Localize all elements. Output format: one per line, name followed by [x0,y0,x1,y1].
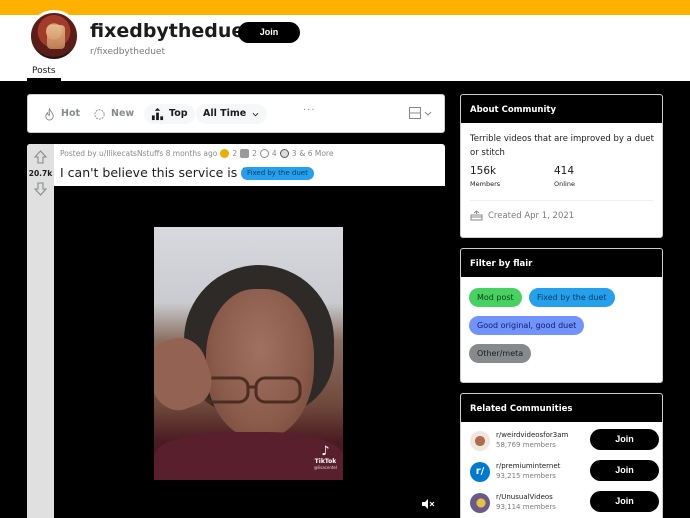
related-community-members: 58,769 members [496,441,556,449]
awards-more-link[interactable]: & 6 More [299,149,333,158]
sort-new-label: New [111,108,135,119]
community-title: fixedbytheduet [90,20,254,42]
post-title[interactable]: I can't believe this service is free. [60,165,270,180]
award-count: 4 [271,149,277,158]
more-options-button[interactable]: ··· [303,105,316,116]
community-avatar [28,10,80,62]
downvote-icon[interactable] [34,182,47,196]
related-community-item[interactable]: r/weirdvideosfor3am 58,769 members Join [470,428,660,454]
card-layout-icon [409,107,421,119]
related-community-name[interactable]: r/weirdvideosfor3am [496,431,568,439]
flair-filter-fixed-by-the-duet[interactable]: Fixed by the duet [529,288,615,307]
related-communities-card: Related Communities r/weirdvideosfor3am … [460,393,663,518]
join-button[interactable]: Join [238,22,300,43]
time-filter-label: All Time [203,108,247,119]
sort-hot-label: Hot [61,108,81,119]
created-date: Created Apr 1, 2021 [470,210,574,221]
community-name: r/fixedbytheduet [90,47,165,57]
flair-filter-good-original[interactable]: Good original, good duet [469,316,585,335]
filter-by-flair-card: Filter by flair Mod post Fixed by the du… [460,248,663,383]
post-card[interactable]: 20.7k Posted by u/IlikecatsNstuffs 8 mon… [27,144,445,518]
community-avatar [470,431,490,451]
vote-count: 20.7k [28,169,53,178]
join-button[interactable]: Join [590,429,659,450]
sort-new-button[interactable]: New [86,104,141,124]
post-flair[interactable]: Fixed by the duet [241,167,314,180]
related-community-item[interactable]: r/ r/premiuminternet 93,215 members Join [470,459,660,485]
award-count: 2 [232,149,238,158]
video-player[interactable]: ♪ TikTok @lisacentel [54,186,445,518]
post-author-info[interactable]: Posted by u/IlikecatsNstuffs 8 months ag… [60,149,217,158]
related-community-members: 93,114 members [496,503,556,511]
cake-icon [470,210,483,221]
members-count: 156k [470,165,497,177]
community-avatar [470,493,490,513]
flair-filter-mod-post[interactable]: Mod post [469,288,522,307]
community-description: Terrible videos that are improved by a d… [470,134,654,158]
post-meta: Posted by u/IlikecatsNstuffs 8 months ag… [60,149,333,158]
silver-award-icon [279,149,289,158]
about-community-card: About Community Terrible videos that are… [460,94,663,238]
community-banner [0,0,690,15]
top-chart-icon [151,107,164,120]
created-date-text: Created Apr 1, 2021 [488,210,575,221]
related-heading: Related Communities [461,394,662,422]
divider [470,200,653,201]
time-filter-dropdown[interactable]: All Time [196,104,268,124]
related-community-name[interactable]: r/UnusualVideos [496,493,553,501]
members-stat: 156k Members [470,165,500,188]
sort-bar: Hot New Top All Time ··· [27,94,445,133]
tiktok-watermark: ♪ TikTok @lisacentel [314,445,337,470]
view-layout-button[interactable] [409,107,432,119]
tiktok-logo-icon: ♪ [321,444,330,459]
tab-active-indicator [27,78,61,81]
tab-posts[interactable]: Posts [32,66,56,76]
community-header: fixedbytheduet r/fixedbytheduet Join Pos… [0,10,690,81]
tiktok-handle: @lisacentel [313,465,337,470]
award-count: 2 [252,149,257,158]
related-community-item[interactable]: r/UnusualVideos 93,114 members Join [470,490,660,516]
join-button[interactable]: Join [590,460,659,481]
members-label: Members [470,180,501,188]
sort-hot-button[interactable]: Hot [36,104,87,124]
upvote-icon[interactable] [34,150,47,164]
helpful-award-icon [259,149,269,158]
vote-column: 20.7k [27,144,54,518]
online-stat: 414 Online [554,165,575,188]
related-community-members: 93,215 members [496,472,556,480]
chevron-down-icon [424,111,432,116]
subreddit-default-icon: r/ [470,462,490,482]
gold-award-icon [220,149,230,158]
join-button[interactable]: Join [590,491,659,512]
sort-top-button[interactable]: Top [144,104,195,124]
award-count: 3 [291,149,297,158]
online-count: 414 [554,165,575,177]
video-subject-face [206,289,314,439]
tiktok-label: TikTok [314,458,337,465]
sparkle-icon [94,108,105,120]
flame-icon [45,107,54,121]
related-community-name[interactable]: r/premiuminternet [496,462,560,470]
video-frame: ♪ TikTok @lisacentel [154,227,343,480]
wholesome-award-icon [240,149,250,158]
chevron-down-icon [252,112,259,116]
mute-icon[interactable] [421,498,435,510]
online-label: Online [554,180,575,188]
flair-filter-other-meta[interactable]: Other/meta [469,344,532,363]
about-heading: About Community [461,95,662,123]
video-subject-glasses [202,376,302,404]
flair-filter-heading: Filter by flair [461,249,662,277]
sort-top-label: Top [169,108,188,119]
